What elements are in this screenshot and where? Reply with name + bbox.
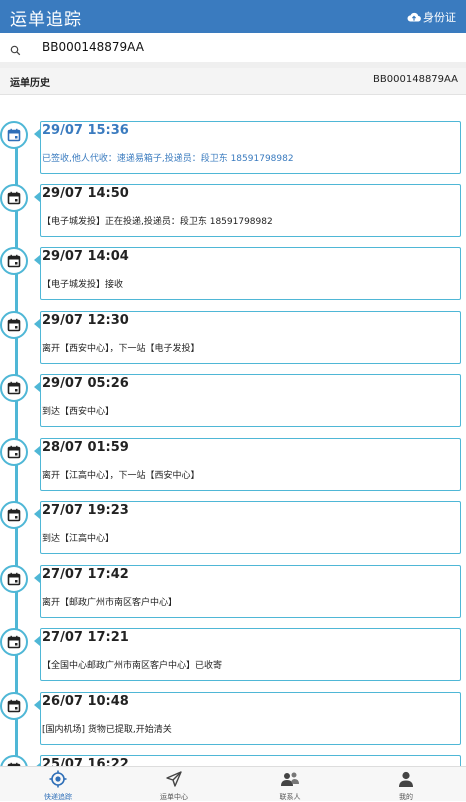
nav-tracking-label: 快递追踪 bbox=[44, 793, 72, 801]
timeline-card[interactable]: 29/07 05:26 到达【西安中心】 bbox=[40, 374, 461, 427]
nav-contacts-label: 联系人 bbox=[279, 793, 301, 801]
timeline-list[interactable]: 29/07 15:36 已签收,他人代收：速递易箱子,投递员：段卫东 18591… bbox=[0, 94, 466, 766]
calendar-icon bbox=[0, 501, 28, 529]
app-title: 运单追踪 bbox=[10, 10, 82, 30]
event-time: 29/07 14:04 bbox=[42, 249, 129, 264]
nav-contacts[interactable]: 联系人 bbox=[232, 767, 348, 801]
calendar-icon bbox=[0, 374, 28, 402]
cloud-upload-icon bbox=[407, 12, 421, 22]
timeline-item: 29/07 14:50 【电子城发投】正在投递,投递员：段卫东 18591798… bbox=[0, 184, 466, 240]
event-time: 27/07 17:21 bbox=[42, 630, 129, 645]
event-time: 27/07 19:23 bbox=[42, 503, 129, 518]
person-icon bbox=[397, 770, 415, 792]
nav-waybill-center-label: 运单中心 bbox=[160, 793, 188, 801]
timeline-item: 26/07 10:48 [国内机场] 货物已提取,开始清关 bbox=[0, 692, 466, 748]
target-icon bbox=[49, 770, 67, 792]
timeline-item: 27/07 17:21 【全国中心邮政广州市南区客户中心】已收寄 bbox=[0, 628, 466, 684]
nav-waybill-center[interactable]: 运单中心 bbox=[116, 767, 232, 801]
event-description: 已签收,他人代收：速递易箱子,投递员：段卫东 18591798982 bbox=[42, 154, 294, 164]
event-time: 29/07 05:26 bbox=[42, 376, 129, 391]
calendar-icon bbox=[0, 628, 28, 656]
tracking-number: BB000148879AA bbox=[373, 74, 458, 85]
event-description: 离开【江高中心】，下一站【西安中心】 bbox=[42, 471, 200, 481]
timeline-item: 29/07 05:26 到达【西安中心】 bbox=[0, 374, 466, 430]
timeline-card[interactable]: 29/07 14:04 【电子城发投】接收 bbox=[40, 247, 461, 300]
timeline-card[interactable]: 29/07 14:50 【电子城发投】正在投递,投递员：段卫东 18591798… bbox=[40, 184, 461, 237]
timeline-card[interactable]: 26/07 10:48 [国内机场] 货物已提取,开始清关 bbox=[40, 692, 461, 745]
send-icon bbox=[165, 770, 183, 792]
event-description: 到达【江高中心】 bbox=[42, 534, 115, 544]
nav-profile[interactable]: 我的 bbox=[348, 767, 464, 801]
timeline-card[interactable]: 29/07 15:36 已签收,他人代收：速递易箱子,投递员：段卫东 18591… bbox=[40, 121, 461, 174]
event-time: 25/07 16:22 bbox=[42, 757, 129, 766]
event-time: 29/07 14:50 bbox=[42, 186, 129, 201]
calendar-icon bbox=[0, 184, 28, 212]
calendar-icon bbox=[0, 121, 28, 149]
event-time: 26/07 10:48 bbox=[42, 694, 129, 709]
timeline-card[interactable]: 25/07 16:22 bbox=[40, 755, 461, 766]
app-bar: 运单追踪 身份证 bbox=[0, 0, 466, 33]
event-description: 【电子城发投】正在投递,投递员：段卫东 18591798982 bbox=[42, 217, 273, 227]
timeline-item: 27/07 19:23 到达【江高中心】 bbox=[0, 501, 466, 557]
event-time: 29/07 12:30 bbox=[42, 313, 129, 328]
calendar-icon bbox=[0, 438, 28, 466]
calendar-icon bbox=[0, 692, 28, 720]
event-description: 【全国中心邮政广州市南区客户中心】已收寄 bbox=[42, 661, 223, 671]
event-description: 离开【西安中心】，下一站【电子发投】 bbox=[42, 344, 200, 354]
timeline-item: 29/07 14:04 【电子城发投】接收 bbox=[0, 247, 466, 303]
event-description: 【电子城发投】接收 bbox=[42, 280, 124, 290]
timeline-item: 29/07 15:36 已签收,他人代收：速递易箱子,投递员：段卫东 18591… bbox=[0, 121, 466, 177]
timeline-item: 27/07 17:42 离开【邮政广州市南区客户中心】 bbox=[0, 565, 466, 621]
calendar-icon bbox=[0, 755, 28, 766]
timeline-card[interactable]: 29/07 12:30 离开【西安中心】，下一站【电子发投】 bbox=[40, 311, 461, 364]
event-description: [国内机场] 货物已提取,开始清关 bbox=[42, 725, 172, 735]
timeline-item: 29/07 12:30 离开【西安中心】，下一站【电子发投】 bbox=[0, 311, 466, 367]
calendar-icon bbox=[0, 247, 28, 275]
event-time: 27/07 17:42 bbox=[42, 567, 129, 582]
calendar-icon bbox=[0, 311, 28, 339]
search-input[interactable] bbox=[42, 36, 442, 58]
id-card-button[interactable]: 身份证 bbox=[407, 9, 456, 25]
search-icon bbox=[10, 41, 21, 60]
history-header: 运单历史 BB000148879AA bbox=[0, 68, 466, 95]
nav-tracking[interactable]: 快递追踪 bbox=[0, 767, 116, 801]
calendar-icon bbox=[0, 565, 28, 593]
event-time: 29/07 15:36 bbox=[42, 123, 129, 138]
bottom-nav: 快递追踪 运单中心 联系人 我的 bbox=[0, 766, 466, 801]
history-label: 运单历史 bbox=[10, 78, 50, 89]
timeline-card[interactable]: 27/07 17:42 离开【邮政广州市南区客户中心】 bbox=[40, 565, 461, 618]
id-card-label: 身份证 bbox=[423, 11, 456, 24]
event-time: 28/07 01:59 bbox=[42, 440, 129, 455]
timeline-card[interactable]: 28/07 01:59 离开【江高中心】，下一站【西安中心】 bbox=[40, 438, 461, 491]
nav-profile-label: 我的 bbox=[399, 793, 413, 801]
timeline-item: 25/07 16:22 bbox=[0, 755, 466, 766]
timeline-card[interactable]: 27/07 19:23 到达【江高中心】 bbox=[40, 501, 461, 554]
timeline-card[interactable]: 27/07 17:21 【全国中心邮政广州市南区客户中心】已收寄 bbox=[40, 628, 461, 681]
event-description: 到达【西安中心】 bbox=[42, 407, 115, 417]
contacts-icon bbox=[280, 770, 300, 792]
search-bar bbox=[0, 33, 466, 63]
timeline-item: 28/07 01:59 离开【江高中心】，下一站【西安中心】 bbox=[0, 438, 466, 494]
event-description: 离开【邮政广州市南区客户中心】 bbox=[42, 598, 178, 608]
